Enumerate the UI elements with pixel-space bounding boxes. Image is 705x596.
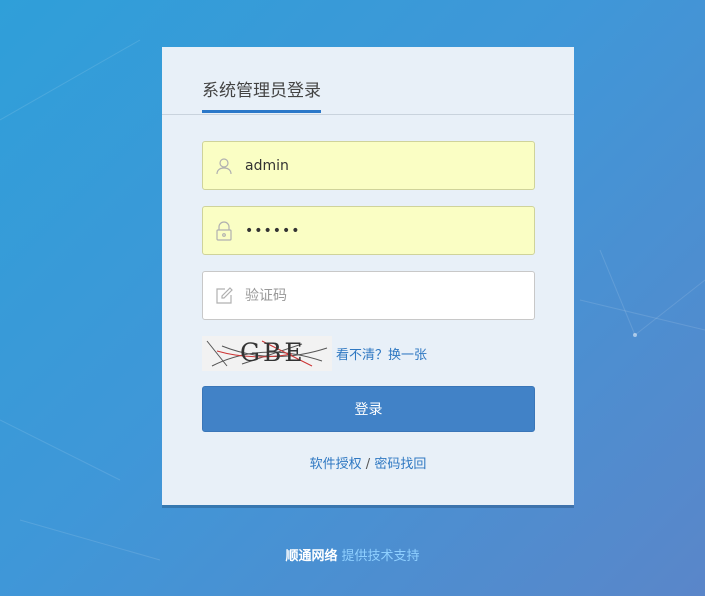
captcha-row: GBE 看不清？换一张 xyxy=(202,336,427,371)
captcha-image[interactable]: GBE xyxy=(202,336,332,371)
card-links: 软件授权 / 密码找回 xyxy=(162,453,574,472)
edit-icon xyxy=(203,286,245,305)
password-field[interactable] xyxy=(202,206,535,255)
login-title: 系统管理员登录 xyxy=(202,76,321,113)
username-field[interactable] xyxy=(202,141,535,190)
login-button[interactable]: 登录 xyxy=(202,386,535,432)
password-recovery-link[interactable]: 密码找回 xyxy=(374,457,426,472)
links-separator: / xyxy=(365,457,371,472)
login-header: 系统管理员登录 xyxy=(162,47,574,115)
username-input[interactable] xyxy=(245,150,515,181)
captcha-input[interactable] xyxy=(245,280,515,311)
footer-company: 顺通网络 xyxy=(285,549,338,564)
lock-icon xyxy=(203,220,245,241)
login-card: 系统管理员登录 admin •••••• 验证码 GBE 看不清？换一张 登录 … xyxy=(162,47,574,505)
captcha-text: GBE xyxy=(240,338,306,367)
footer-support-link[interactable]: 提供技术支持 xyxy=(342,549,420,564)
footer: 顺通网络 提供技术支持 xyxy=(0,545,705,564)
license-link[interactable]: 软件授权 xyxy=(310,457,362,472)
captcha-refresh-link[interactable]: 看不清？换一张 xyxy=(336,344,427,363)
captcha-field[interactable] xyxy=(202,271,535,320)
user-icon xyxy=(203,157,245,175)
password-input[interactable] xyxy=(245,215,515,246)
